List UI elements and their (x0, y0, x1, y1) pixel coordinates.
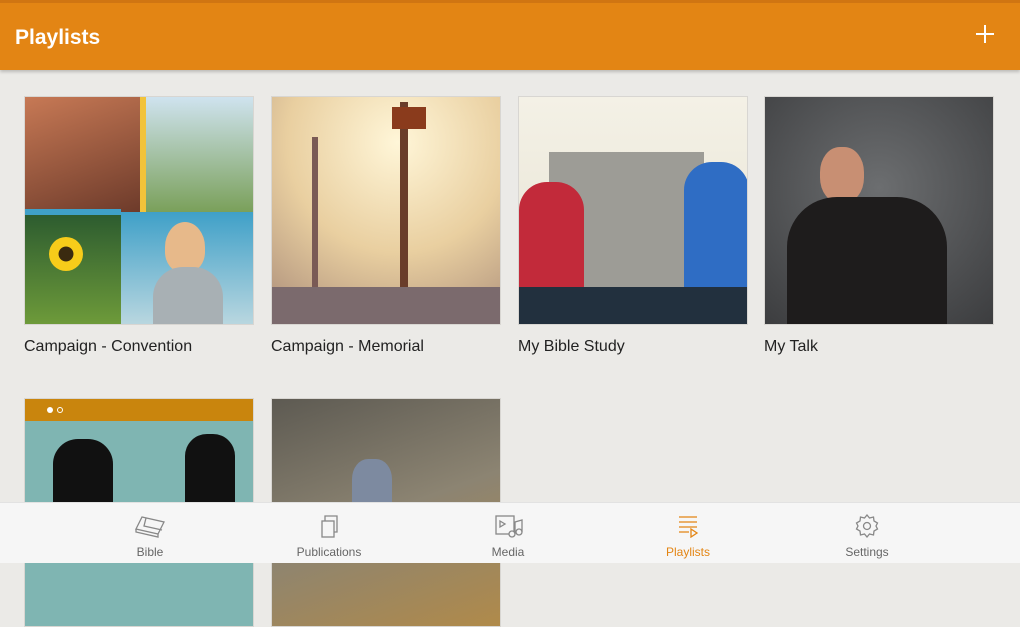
nav-playlists[interactable]: Playlists (608, 503, 768, 564)
playlist-thumbnail (24, 96, 254, 325)
playlist-title: My Talk (764, 338, 818, 355)
nav-media[interactable]: Media (428, 503, 588, 564)
nav-settings[interactable]: Settings (787, 503, 947, 564)
playlist-card-campaign-memorial[interactable]: Campaign - Memorial (271, 96, 501, 356)
page-title: Playlists (15, 26, 101, 49)
playlist-icon (679, 516, 699, 539)
book-icon (135, 516, 165, 538)
playlist-title: Campaign - Memorial (271, 338, 424, 355)
publications-icon (321, 515, 338, 538)
nav-label: Bible (136, 545, 164, 559)
playlist-card-campaign-convention[interactable]: Campaign - Convention (24, 96, 254, 356)
playlist-title: My Bible Study (518, 338, 625, 355)
playlist-card-my-talk[interactable]: My Talk (764, 96, 994, 356)
plus-icon[interactable] (974, 23, 996, 45)
nav-label: Publications (296, 545, 362, 559)
nav-label: Media (491, 545, 525, 559)
nav-label: Playlists (665, 545, 710, 559)
app-bar: Playlists (0, 0, 1020, 70)
playlist-thumbnail (764, 96, 994, 325)
playlist-card-my-bible-study[interactable]: My Bible Study (518, 96, 748, 356)
nav-bible[interactable]: Bible (70, 503, 230, 564)
nav-label: Settings (845, 545, 889, 559)
playlist-thumbnail (271, 96, 501, 325)
playlist-title: Campaign - Convention (24, 338, 193, 355)
nav-publications[interactable]: Publications (249, 503, 409, 564)
playlist-thumbnail (518, 96, 748, 325)
gear-icon (855, 513, 879, 539)
media-icon (495, 515, 523, 538)
bottom-navigation: Bible Publications Media Playlists Setti… (0, 502, 1020, 563)
